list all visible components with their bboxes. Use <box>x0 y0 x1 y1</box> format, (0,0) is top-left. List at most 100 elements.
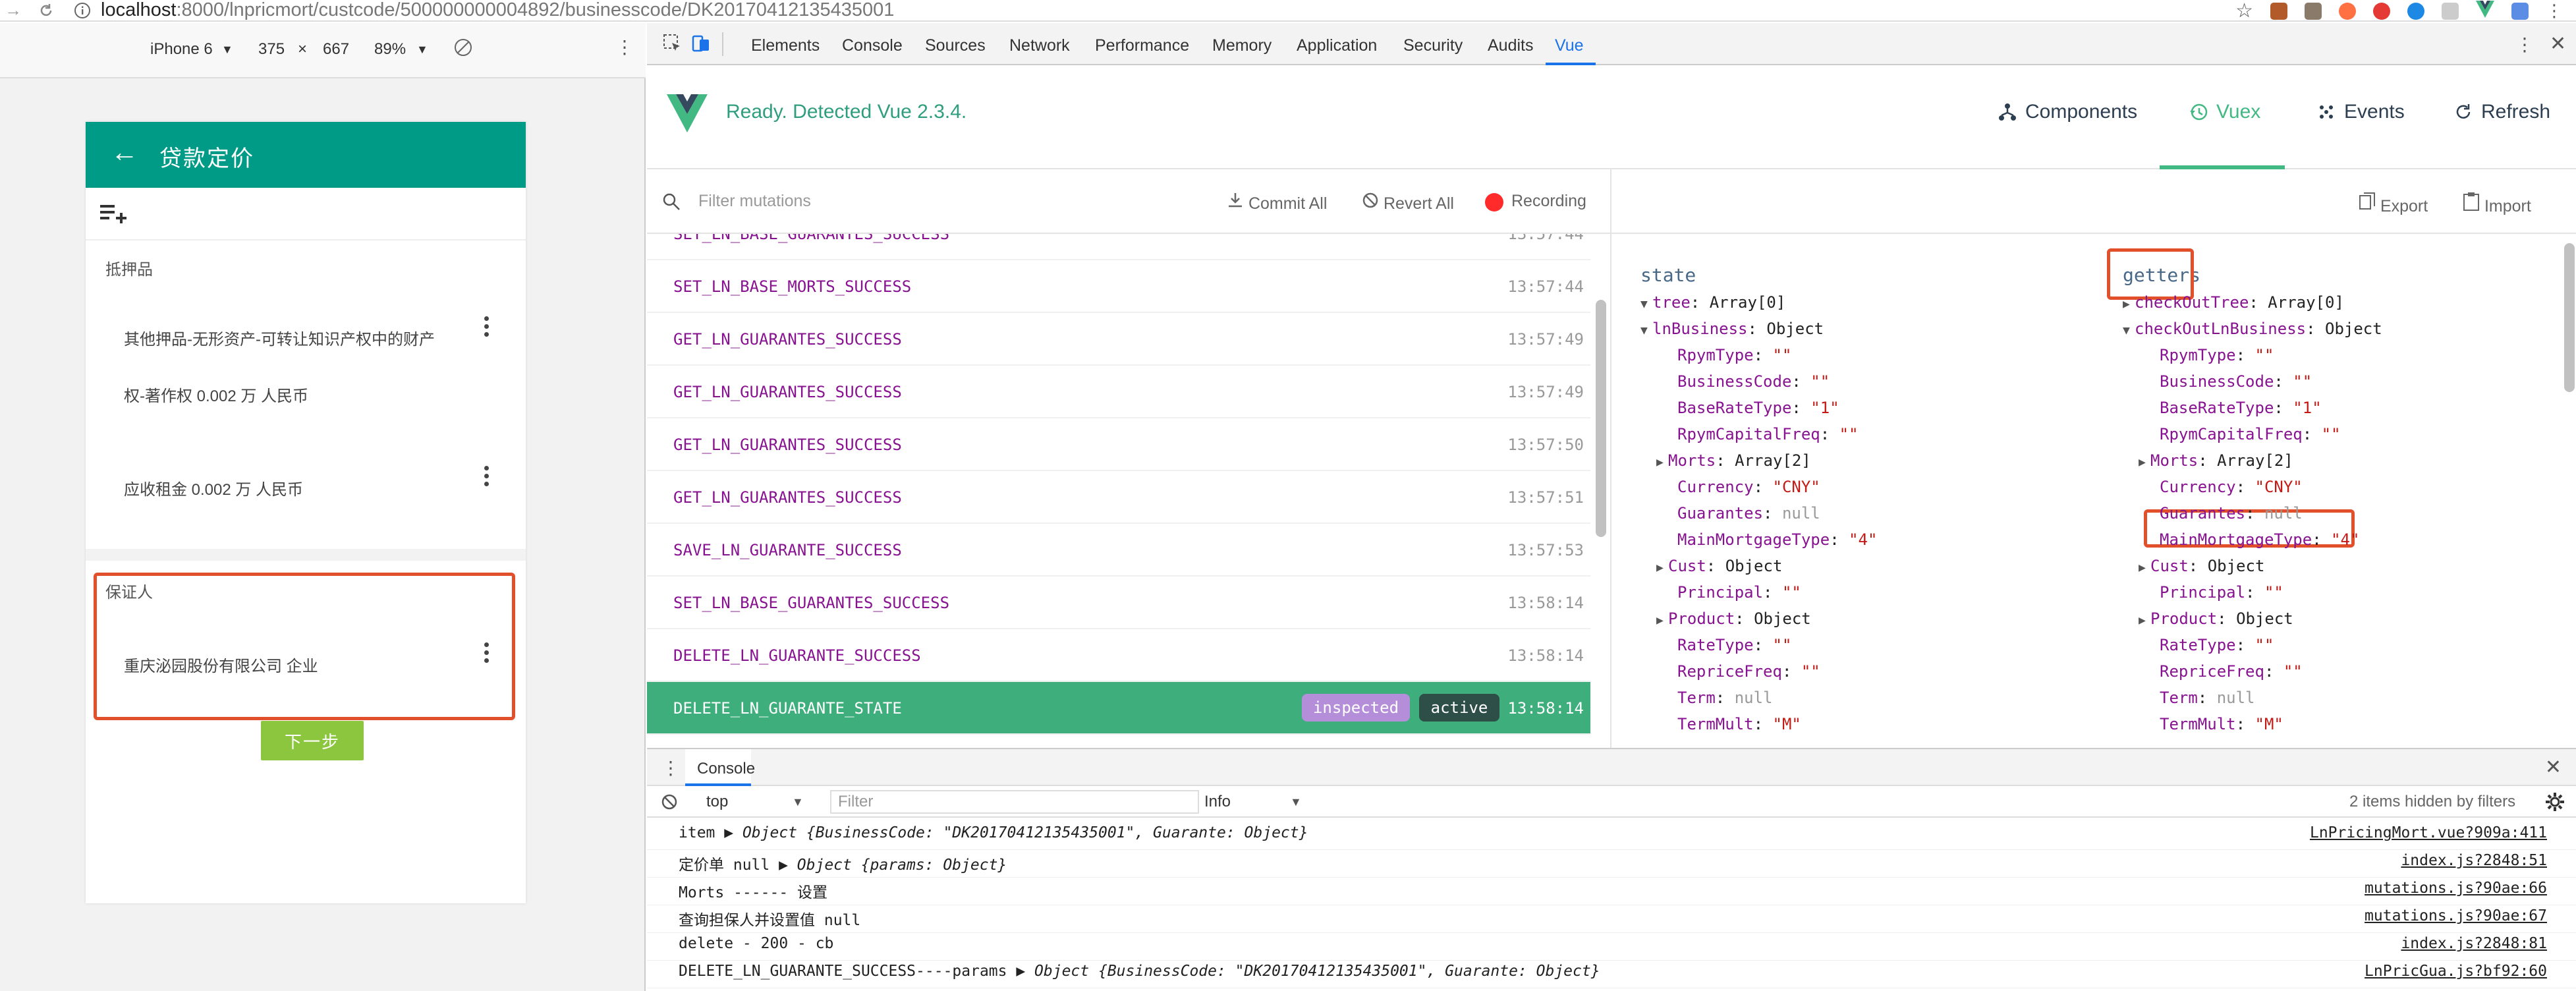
extension-icon[interactable] <box>2511 2 2529 20</box>
collapsed-triangle-icon[interactable]: ▶ <box>1656 455 1668 469</box>
state-entry[interactable]: ▶ Product: Object <box>1656 609 1811 628</box>
playlist-add-icon[interactable] <box>100 202 126 226</box>
tab-console[interactable]: Console <box>842 36 903 55</box>
zoom-select[interactable]: 89% <box>374 40 406 59</box>
revert-all-button[interactable]: Revert All <box>1362 192 1454 213</box>
mutation-row-selected[interactable]: DELETE_LN_GUARANTE_STATE inspected activ… <box>647 682 1590 735</box>
import-button[interactable]: Import <box>2463 192 2531 216</box>
chevron-down-icon[interactable]: ▼ <box>792 795 804 809</box>
state-entry[interactable]: ▼ tree: Array[0] <box>1640 293 1785 312</box>
info-icon[interactable] <box>69 1 96 20</box>
expanded-triangle-icon[interactable]: ▼ <box>1640 324 1652 337</box>
mutation-row[interactable]: SET_LN_BASE_GUARANTES_SUCCESS 13:58:14 <box>647 577 1590 629</box>
collapsed-triangle-icon[interactable]: ▶ <box>2139 455 2150 469</box>
mutation-row[interactable]: GET_LN_GUARANTES_SUCCESS 13:57:49 <box>647 313 1590 366</box>
device-select[interactable]: iPhone 6 <box>150 40 213 59</box>
tab-vue[interactable]: Vue <box>1555 36 1584 55</box>
console-message[interactable]: item ▶ Object {BusinessCode: "DK20170412… <box>679 824 1308 841</box>
console-source-link[interactable]: mutations.js?90ae:67 <box>2365 907 2547 924</box>
mutation-row[interactable]: SET_LN_BASE_GUARANTES_SUCCESS 13:57:44 <box>647 234 1590 260</box>
device-height-input[interactable]: 667 <box>323 40 349 59</box>
collapsed-triangle-icon[interactable]: ▶ <box>1656 561 1668 575</box>
rotate-icon[interactable] <box>453 38 473 62</box>
back-arrow-icon[interactable]: ← <box>111 136 138 168</box>
expanded-triangle-icon[interactable]: ▼ <box>2123 324 2135 337</box>
extension-icon[interactable] <box>2373 2 2390 20</box>
console-source-link[interactable]: LnPricingMort.vue?909a:411 <box>2310 824 2547 841</box>
expanded-triangle-icon[interactable]: ▼ <box>1640 297 1652 311</box>
tab-network[interactable]: Network <box>1009 36 1070 55</box>
console-source-link[interactable]: LnPricGua.js?bf92:60 <box>2365 963 2547 980</box>
console-object-preview[interactable]: Object {BusinessCode: "DK201704121354350… <box>1034 963 1600 980</box>
tab-vuex[interactable]: Vuex <box>2189 101 2260 123</box>
tab-security[interactable]: Security <box>1403 36 1463 55</box>
console-source-link[interactable]: mutations.js?90ae:66 <box>2365 880 2547 897</box>
console-source-link[interactable]: index.js?2848:51 <box>2401 852 2547 869</box>
console-message[interactable]: 查询担保人并设置值 null <box>679 907 860 930</box>
close-icon[interactable]: ✕ <box>2550 32 2566 55</box>
next-step-button[interactable]: 下一步 <box>261 721 364 760</box>
clear-console-icon[interactable] <box>660 793 679 811</box>
forward-icon[interactable]: → <box>0 0 26 21</box>
url-field[interactable]: localhost:8000/lnpricmort/custcode/50000… <box>69 0 2243 20</box>
mutation-row[interactable]: GET_LN_GUARANTES_SUCCESS 13:57:50 <box>647 418 1590 471</box>
collapsed-triangle-icon[interactable]: ▶ <box>1656 613 1668 627</box>
console-filter-input[interactable]: Filter <box>838 793 873 811</box>
state-entry[interactable]: ▶ Morts: Array[2] <box>2139 451 2293 470</box>
console-object-preview[interactable]: Object {BusinessCode: "DK201704121354350… <box>742 824 1308 841</box>
tab-sources[interactable]: Sources <box>925 36 986 55</box>
extension-icon[interactable] <box>2442 2 2459 20</box>
state-entry[interactable]: ▼ checkOutLnBusiness: Object <box>2123 320 2382 338</box>
tab-console-drawer[interactable]: Console <box>697 760 755 778</box>
more-vert-icon[interactable] <box>483 466 490 490</box>
more-options-icon[interactable]: ⋮ <box>2515 34 2534 55</box>
mutation-row[interactable]: SET_LN_BASE_MORTS_SUCCESS 13:57:44 <box>647 260 1590 313</box>
record-icon[interactable] <box>1485 193 1503 212</box>
commit-all-button[interactable]: Commit All <box>1227 192 1327 213</box>
state-entry[interactable]: ▶ Morts: Array[2] <box>1656 451 1811 470</box>
chevron-down-icon[interactable]: ▼ <box>221 43 233 57</box>
console-object-preview[interactable]: Object {params: Object} <box>797 857 1007 874</box>
state-entry[interactable]: ▶ checkOutTree: Array[0] <box>2123 293 2344 312</box>
reload-icon[interactable] <box>33 0 59 21</box>
tab-components[interactable]: Components <box>1998 101 2137 123</box>
vue-devtools-icon[interactable] <box>2476 1 2494 21</box>
device-width-input[interactable]: 375 <box>258 40 285 59</box>
extension-icon[interactable] <box>2339 2 2356 20</box>
more-vert-icon[interactable] <box>483 316 490 340</box>
collapsed-triangle-icon[interactable]: ▶ <box>2123 297 2135 311</box>
collapsed-triangle-icon[interactable]: ▶ <box>2139 613 2150 627</box>
mutation-row[interactable]: SAVE_LN_GUARANTE_SUCCESS 13:57:53 <box>647 524 1590 577</box>
extension-icon[interactable] <box>2407 2 2424 20</box>
log-level-select[interactable]: Info <box>1204 793 1231 811</box>
tab-events[interactable]: Events <box>2316 101 2405 123</box>
gear-icon[interactable] <box>2544 791 2565 812</box>
console-message[interactable]: 定价单 null ▶ Object {params: Object} <box>679 852 1007 874</box>
mutation-row[interactable]: DELETE_LN_GUARANTE_SUCCESS 13:58:14 <box>647 629 1590 682</box>
tab-performance[interactable]: Performance <box>1095 36 1189 55</box>
state-entry[interactable]: ▼ lnBusiness: Object <box>1640 320 1824 338</box>
state-entry[interactable]: ▶ Cust: Object <box>2139 557 2264 575</box>
export-button[interactable]: Export <box>2359 192 2428 216</box>
state-entry[interactable]: ▶ Product: Object <box>2139 609 2293 628</box>
more-options-icon[interactable]: ⋮ <box>661 757 680 779</box>
context-select[interactable]: top <box>706 793 728 811</box>
mutation-row[interactable]: GET_LN_GUARANTES_SUCCESS 13:57:49 <box>647 366 1590 418</box>
recording-toggle[interactable]: Recording <box>1511 192 1586 211</box>
bookmark-star-icon[interactable]: ☆ <box>2235 0 2253 22</box>
console-source-link[interactable]: index.js?2848:81 <box>2401 935 2547 952</box>
inspect-element-icon[interactable] <box>663 34 683 58</box>
close-icon[interactable]: ✕ <box>2545 756 2562 779</box>
console-message[interactable]: DELETE_LN_GUARANTE_SUCCESS----params ▶ O… <box>679 963 1600 980</box>
tab-application[interactable]: Application <box>1297 36 1377 55</box>
mutation-row[interactable]: GET_LN_GUARANTES_SUCCESS 13:57:51 <box>647 471 1590 524</box>
chevron-down-icon[interactable]: ▼ <box>416 43 428 57</box>
collapsed-triangle-icon[interactable]: ▶ <box>2139 561 2150 575</box>
refresh-button[interactable]: Refresh <box>2453 101 2550 123</box>
extension-icon[interactable] <box>2305 2 2322 20</box>
extension-icon[interactable] <box>2270 2 2287 20</box>
tab-elements[interactable]: Elements <box>751 36 820 55</box>
tab-audits[interactable]: Audits <box>1488 36 1533 55</box>
console-message[interactable]: Morts ------ 设置 <box>679 880 827 902</box>
state-scrollbar[interactable] <box>2564 243 2575 392</box>
